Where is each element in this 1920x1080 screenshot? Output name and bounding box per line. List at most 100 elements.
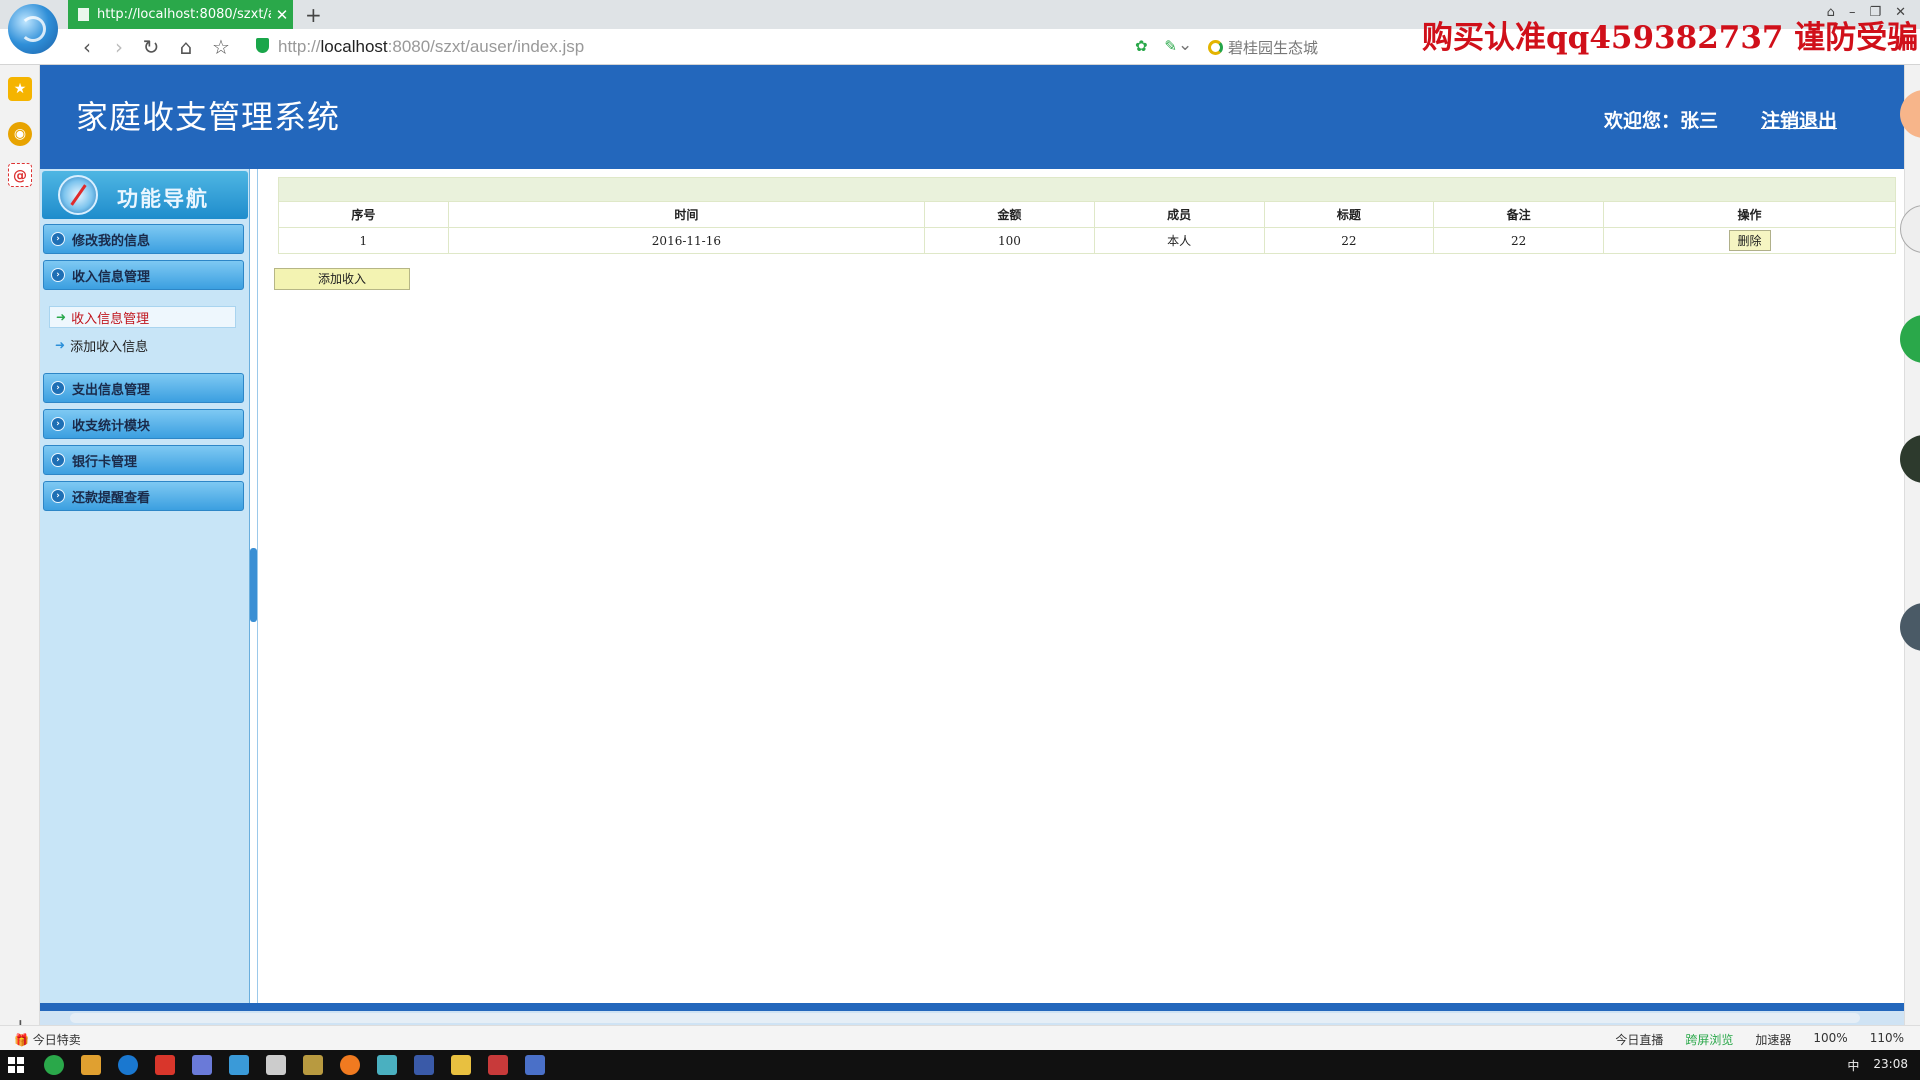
browser-logo-icon[interactable] [8,4,58,54]
tab-title: http://localhost:8080/szxt/auser [97,7,271,22]
status-deals[interactable]: 🎁 今日特卖 [14,1031,81,1048]
windows-taskbar: 中 23:08 [0,1050,1920,1080]
nav-section-repayment[interactable]: › 还款提醒查看 [43,481,244,511]
home-icon[interactable]: ⌂ [175,35,197,59]
nav-section-label: 收入信息管理 [72,269,151,285]
compass-icon [58,175,98,215]
column-header: 标题 [1263,201,1435,228]
nav-header: 功能导航 [42,171,248,219]
chevron-right-icon: › [51,453,65,467]
column-header: 操作 [1603,201,1896,228]
weibo-icon[interactable]: ◉ [8,122,32,146]
status-deals-label: 今日特卖 [32,1033,81,1047]
tray-clock[interactable]: 23:08 [1873,1057,1908,1074]
close-tab-icon[interactable]: ✕ [271,6,293,24]
column-header: 金额 [924,201,1095,228]
app-icon[interactable] [192,1055,212,1075]
favorites-star-icon[interactable]: ★ [8,77,32,101]
tray-ime[interactable]: 中 [1847,1057,1859,1074]
taskbar-apps [44,1055,545,1075]
status-items: 今日直播 跨屏浏览 加速器 100% 110% [1615,1031,1904,1048]
delete-button[interactable]: 删除 [1728,230,1771,251]
cell-member: 本人 [1093,227,1265,254]
scroll-thumb[interactable] [70,1013,1860,1023]
table-caption-row [278,177,1896,202]
nav-section-label: 还款提醒查看 [72,490,151,506]
footer-bar [40,1003,1904,1011]
address-bar[interactable]: http://localhost:8080/szxt/auser/index.j… [278,37,584,57]
forward-icon[interactable]: › [108,35,130,59]
watermark-text: 购买认准qq459382737 谨防受骗 [1422,20,1919,56]
system-tray: 中 23:08 [1847,1057,1908,1074]
app-icon[interactable] [81,1055,101,1075]
status-accelerator[interactable]: 加速器 [1755,1031,1791,1048]
add-income-button[interactable]: 添加收入 [274,268,410,290]
status-download[interactable]: 100% [1813,1031,1847,1048]
search-box[interactable]: 碧桂园生态城 [1208,37,1318,58]
app-icon[interactable] [525,1055,545,1075]
chevron-down-icon[interactable]: ⌄ [1178,35,1192,55]
cell-index: 1 [278,227,449,254]
logout-link[interactable]: 注销退出 [1761,106,1837,133]
gift-icon: 🎁 [14,1033,33,1047]
app-icon[interactable] [488,1055,508,1075]
address-action-icons[interactable]: ✿ ✎ [1135,37,1183,55]
column-header: 时间 [447,201,926,228]
search-engine-icon [1208,40,1223,55]
arrow-right-icon: ➜ [55,338,66,352]
app-icon[interactable] [377,1055,397,1075]
table-row: 1 2016-11-16 100 本人 22 22 删除 [278,227,1896,254]
sub-item-income-manage[interactable]: ➜ 收入信息管理 [49,306,236,328]
sub-item-label: 收入信息管理 [71,311,150,327]
nav-title: 功能导航 [117,187,209,211]
app-icon[interactable] [414,1055,434,1075]
browser-tab-active[interactable]: http://localhost:8080/szxt/auser ✕ [68,0,293,29]
nav-section-bank-card[interactable]: › 银行卡管理 [43,445,244,475]
app-title: 家庭收支管理系统 [76,98,341,136]
income-table: 序号 时间 金额 成员 标题 备注 操作 1 2016-11-16 100 本人… [278,177,1896,254]
chevron-right-icon: › [51,232,65,246]
back-icon[interactable]: ‹ [76,35,98,59]
chevron-right-icon: › [51,417,65,431]
new-tab-button[interactable]: + [305,3,322,27]
browser-statusbar: 🎁 今日特卖 今日直播 跨屏浏览 加速器 100% 110% [0,1025,1920,1050]
app-icon[interactable] [303,1055,323,1075]
bookmark-star-icon[interactable]: ☆ [210,35,232,59]
app-icon[interactable] [155,1055,175,1075]
url-scheme: http:// [278,37,321,56]
nav-section-edit-profile[interactable]: › 修改我的信息 [43,224,244,254]
app-icon[interactable] [118,1055,138,1075]
nav-section-income[interactable]: › 收入信息管理 [43,260,244,290]
url-host: localhost [320,37,388,56]
nav-section-label: 收支统计模块 [72,418,151,434]
sidebar-collapse-handle[interactable] [250,548,257,622]
search-suggestion: 碧桂园生态城 [1228,39,1319,57]
settings-app-icon[interactable] [266,1055,286,1075]
status-live[interactable]: 今日直播 [1615,1031,1663,1048]
nav-section-label: 支出信息管理 [72,382,151,398]
app-header: 家庭收支管理系统 欢迎您：张三 注销退出 [40,65,1904,169]
column-header: 序号 [278,201,449,228]
reload-icon[interactable]: ↻ [140,35,162,59]
windows-start-icon[interactable] [8,1057,24,1073]
browser-app-icon[interactable] [44,1055,64,1075]
chevron-right-icon: › [51,381,65,395]
welcome-text: 欢迎您：张三 [1604,110,1719,132]
app-icon[interactable] [340,1055,360,1075]
nav-section-expense[interactable]: › 支出信息管理 [43,373,244,403]
nav-section-statistics[interactable]: › 收支统计模块 [43,409,244,439]
app-icon[interactable] [229,1055,249,1075]
status-cross-screen[interactable]: 跨屏浏览 [1685,1031,1733,1048]
table-header-row: 序号 时间 金额 成员 标题 备注 操作 [278,201,1896,228]
sub-item-add-income[interactable]: ➜ 添加收入信息 [49,334,236,356]
folder-icon[interactable] [451,1055,471,1075]
cell-remark: 22 [1433,227,1605,254]
status-zoom[interactable]: 110% [1870,1031,1904,1048]
horizontal-scrollbar[interactable] [40,1011,1904,1025]
sub-item-label: 添加收入信息 [70,339,149,355]
cell-amount: 100 [924,227,1095,254]
url-path: :8080/szxt/auser/index.jsp [387,37,585,56]
chevron-right-icon: › [51,268,65,282]
cell-title: 22 [1263,227,1435,254]
mail-icon[interactable]: @ [8,163,32,187]
